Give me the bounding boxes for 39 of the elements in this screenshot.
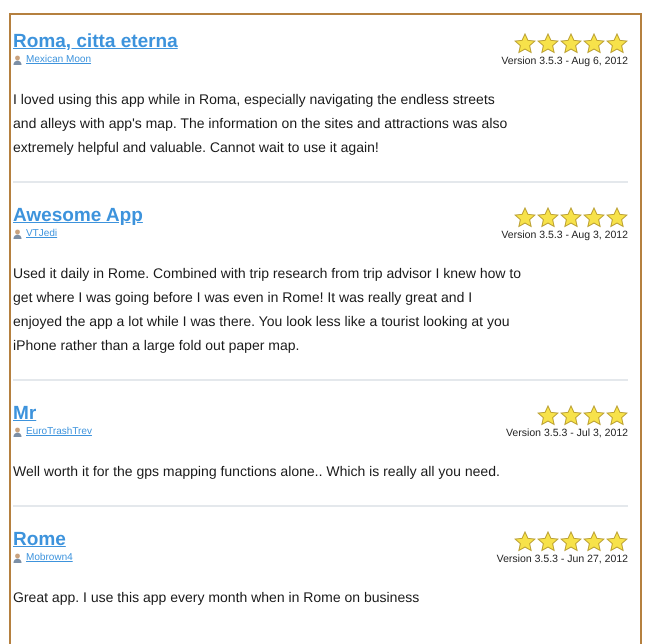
star-icon [606, 531, 628, 552]
review-title[interactable]: Rome [13, 529, 73, 551]
star-icon [606, 207, 628, 228]
star-icon [583, 33, 605, 54]
star-icon [537, 33, 559, 54]
star-icon [560, 531, 582, 552]
star-icon [514, 207, 536, 228]
review-title[interactable]: Roma, citta eterna [13, 31, 178, 53]
version-date: Version 3.5.3 - Aug 3, 2012 [501, 229, 628, 241]
star-icon [560, 207, 582, 228]
star-icon [583, 405, 605, 426]
review-title[interactable]: Awesome App [13, 205, 143, 227]
author-link[interactable]: EuroTrashTrev [26, 426, 92, 437]
star-icon [537, 207, 559, 228]
person-icon [13, 426, 22, 436]
star-icon [606, 33, 628, 54]
version-date: Version 3.5.3 - Jul 3, 2012 [506, 427, 628, 439]
review-text: Great app. I use this app every month when in Rome on business [13, 588, 420, 607]
star-icon [583, 207, 605, 228]
version-date: Version 3.5.3 - Jun 27, 2012 [496, 553, 628, 565]
person-icon [13, 228, 22, 238]
author-link[interactable]: VTJedi [26, 228, 58, 239]
review-text: Well worth it for the gps mapping functions alone.. Which is really all you need. [13, 462, 501, 481]
author-link[interactable]: Mexican Moon [26, 54, 92, 65]
person-icon [13, 54, 22, 64]
review-text: I loved using this app while in Roma, especially navigating the endless streets and alleys with app's map. The information on the sites and attractions was also extremely helpful and valuable. Cannot wait to use it again! [13, 90, 508, 157]
star-icon [583, 531, 605, 552]
author-link[interactable]: Mobrown4 [26, 552, 73, 563]
star-icon [537, 531, 559, 552]
star-icon [606, 405, 628, 426]
review-text: Used it daily in Rome. Combined with trip research from trip advisor I knew how to get where I was going before I was even in Rome! It was really great and I enjoyed the app a lot while I was there. You look less like a tourist looking at you iPhone rather than a large fold out paper map. [13, 264, 522, 355]
star-icon [560, 405, 582, 426]
star-icon [537, 405, 559, 426]
star-icon [514, 33, 536, 54]
star-icon [514, 531, 536, 552]
version-date: Version 3.5.3 - Aug 6, 2012 [501, 55, 628, 67]
star-icon [560, 33, 582, 54]
person-icon [13, 552, 22, 562]
review-title[interactable]: Mr [13, 403, 92, 425]
